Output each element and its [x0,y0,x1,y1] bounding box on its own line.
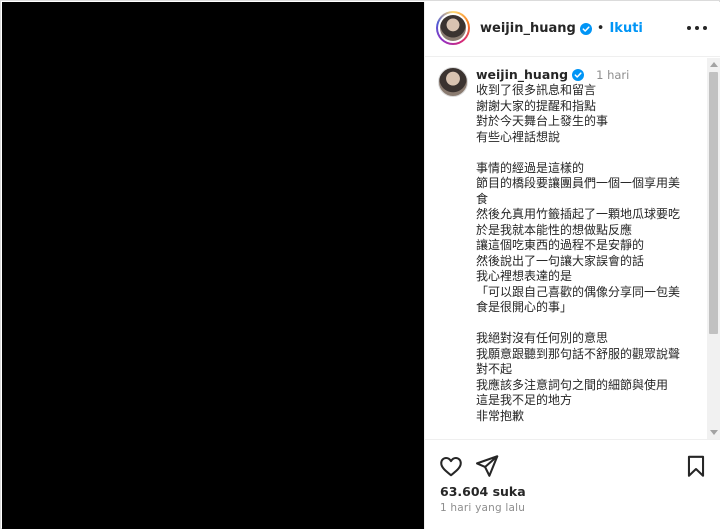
comments-scrollbar[interactable] [707,58,720,439]
like-count[interactable]: 63.604 suka [440,484,526,499]
heart-icon[interactable] [438,453,464,479]
caption-line: 於是我就本能性的想做點反應 [476,222,633,237]
caption-line [476,316,706,332]
caption-line: 我應該多注意詞句之間的細節與使用 [476,377,669,392]
paper-plane-icon[interactable] [474,453,500,479]
caption-line: 讓這個吃東西的過程不是安靜的 [476,238,645,252]
caption-text: 收到了很多訊息和留言 謝謝大家的提醒和指點 對於今天舞台上發生的事 有些心裡話想… [476,83,706,424]
caption-line: 然後允真用竹籤插起了一顆地瓜球要吃 [476,207,681,221]
caption-timestamp[interactable]: 1 hari [596,68,629,82]
caption-line: 有些心裡話想說 [476,129,561,144]
post-media[interactable] [2,2,424,529]
caption-header: weijin_huang 1 hari [476,67,629,82]
caption-line: 「可以跟自己喜歡的偶像分享同一包美 [476,284,681,299]
header-user-row: weijin_huang • Ikuti [480,21,643,36]
follow-button[interactable]: Ikuti [609,21,642,36]
post-actions: 63.604 suka 1 hari yang lalu [425,439,720,529]
story-avatar[interactable] [436,11,470,45]
more-options-icon[interactable] [687,20,707,36]
caption-line: 事情的經過是這樣的 [476,160,585,175]
caption-line: 收到了很多訊息和留言 [476,83,597,97]
scrollbar-thumb[interactable] [709,72,718,334]
post-side-panel: weijin_huang • Ikuti weijin_huang 1 hari… [424,2,720,529]
caption-line [476,145,706,161]
caption-line: 對於今天舞台上發生的事 [476,114,609,128]
caption-line: 謝謝大家的提醒和指點 [476,98,597,113]
verified-badge-icon [572,68,585,81]
scroll-up-arrow-icon[interactable] [710,62,718,67]
verified-badge-icon [579,22,592,35]
post-timestamp[interactable]: 1 hari yang lalu [440,502,525,514]
caption-avatar[interactable] [438,67,468,97]
caption-line: 這是我不足的地方 [476,393,573,407]
caption-line: 對不起 [476,362,513,376]
caption-line: 我心裡想表達的是 [476,269,573,283]
scroll-down-arrow-icon[interactable] [710,430,718,435]
caption-comment: weijin_huang 1 hari 收到了很多訊息和留言 謝謝大家的提醒和指… [425,58,720,439]
caption-line: 食是很開心的事」 [476,300,573,314]
bookmark-icon[interactable] [683,453,709,479]
header-username[interactable]: weijin_huang [480,21,576,36]
caption-line: 我絕對沒有任何別的意思 [476,331,609,345]
caption-line: 我願意跟聽到那句話不舒服的觀眾說聲 [476,346,681,361]
caption-line: 食 [476,191,489,206]
avatar-image [440,15,466,41]
post-header: weijin_huang • Ikuti [425,2,720,57]
caption-line: 非常抱歉 [476,408,525,423]
post-modal: weijin_huang • Ikuti weijin_huang 1 hari… [0,0,720,529]
caption-line: 節目的橋段要讓團員們一個一個享用美 [476,176,681,190]
caption-username[interactable]: weijin_huang [476,67,568,82]
separator-dot: • [596,21,605,36]
caption-line: 然後說出了一句讓大家誤會的話 [476,253,645,268]
